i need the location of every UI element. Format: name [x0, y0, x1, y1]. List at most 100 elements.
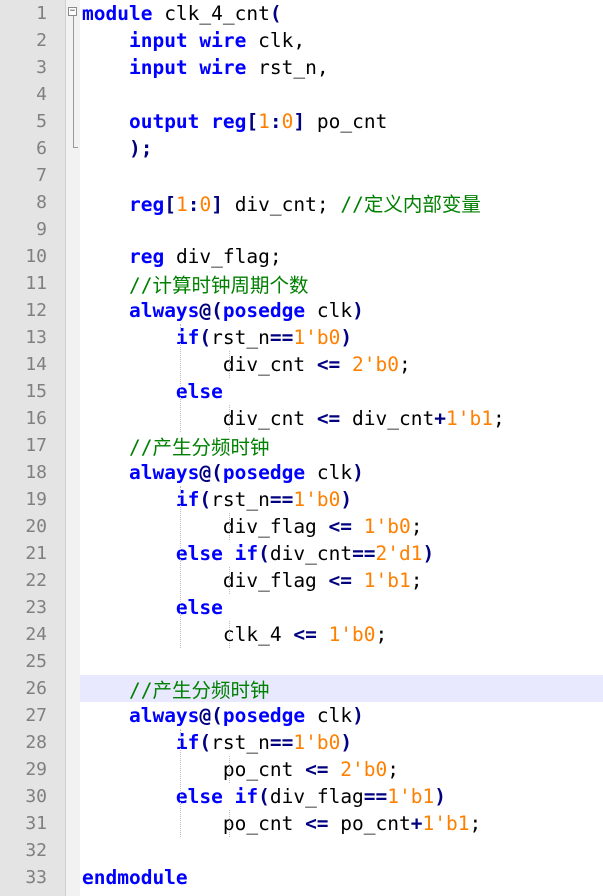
code-line-text: output reg[1:0] po_cnt [80, 110, 387, 133]
line-number-row: 25 [0, 648, 65, 675]
number-token: 1'b0 [363, 515, 411, 538]
line-number: 12 [25, 300, 47, 321]
operator-token: ( [258, 542, 270, 565]
code-line-text: else [80, 596, 223, 619]
line-number-row: 28 [0, 729, 65, 756]
identifier-token: div_flag [82, 569, 329, 592]
line-number: 32 [25, 840, 47, 861]
line-number-row: 23 [0, 594, 65, 621]
operator-token: ) [422, 542, 435, 565]
indent-guide [179, 324, 181, 432]
line-number-row: 16 [0, 405, 65, 432]
identifier-token [82, 326, 176, 349]
code-line[interactable]: always@(posedge clk) [80, 702, 603, 729]
identifier-token: ; [410, 515, 423, 538]
indent-guide [228, 405, 230, 432]
line-number: 7 [36, 165, 47, 186]
identifier-token [329, 758, 341, 781]
line-number-row: 21 [0, 540, 65, 567]
code-line[interactable]: reg div_flag; [80, 243, 603, 270]
identifier-token: clk_4 [82, 623, 294, 646]
code-line[interactable]: output reg[1:0] po_cnt [80, 108, 603, 135]
code-line[interactable] [80, 837, 603, 864]
code-line[interactable]: else if(div_cnt==2'd1) [80, 540, 603, 567]
line-number: 5 [36, 111, 47, 132]
line-number: 4 [36, 84, 47, 105]
collapse-fold-icon[interactable]: − [68, 7, 77, 16]
code-line[interactable]: ); [80, 135, 603, 162]
code-line[interactable]: po_cnt <= po_cnt+1'b1; [80, 810, 603, 837]
comment-token: //计算时钟周期个数 [128, 274, 309, 297]
code-line[interactable]: module clk_4_cnt( [80, 0, 603, 27]
code-line[interactable]: always@(posedge clk) [80, 459, 603, 486]
code-line[interactable]: //计算时钟周期个数 [80, 270, 603, 297]
operator-token: : [269, 110, 282, 133]
code-line[interactable] [80, 216, 603, 243]
keyword-token: always [128, 704, 200, 727]
number-token: 2'b0 [352, 353, 400, 376]
code-line-text: if(rst_n==1'b0) [80, 488, 352, 511]
line-number: 30 [25, 786, 47, 807]
code-line[interactable]: po_cnt <= 2'b0; [80, 756, 603, 783]
line-number: 9 [36, 219, 47, 240]
line-number-row: 32 [0, 837, 65, 864]
code-line-text: endmodule [80, 866, 188, 889]
number-token: 0 [199, 193, 212, 216]
code-line[interactable]: div_cnt <= div_cnt+1'b1; [80, 405, 603, 432]
operator-token: ) [352, 461, 364, 484]
identifier-token [82, 704, 129, 727]
code-line[interactable] [80, 648, 603, 675]
identifier-token [82, 679, 129, 702]
code-line[interactable]: div_flag <= 1'b0; [80, 513, 603, 540]
code-line[interactable] [80, 81, 603, 108]
identifier-token [82, 436, 129, 459]
line-number-row: 19 [0, 486, 65, 513]
identifier-token [82, 110, 129, 133]
code-line-text: always@(posedge clk) [80, 461, 364, 484]
current-code-line[interactable]: //产生分频时钟 [80, 675, 603, 702]
code-line[interactable]: else if(div_flag==1'b1) [80, 783, 603, 810]
identifier-token: clk [305, 461, 353, 484]
number-token: 1'b0 [328, 623, 376, 646]
indent-guide [228, 567, 230, 594]
code-line[interactable]: reg[1:0] div_cnt; //定义内部变量 [80, 189, 603, 216]
identifier-token [82, 274, 129, 297]
identifier-token: po_cnt [82, 758, 306, 781]
code-line[interactable]: div_flag <= 1'b1; [80, 567, 603, 594]
code-line[interactable]: //产生分频时钟 [80, 432, 603, 459]
code-line[interactable]: endmodule [80, 864, 603, 891]
indent-guide [228, 810, 230, 837]
code-line[interactable]: input wire rst_n, [80, 54, 603, 81]
operator-token: == [269, 731, 294, 754]
identifier-token [199, 110, 211, 133]
keyword-token: always [128, 461, 200, 484]
code-line[interactable]: if(rst_n==1'b0) [80, 729, 603, 756]
code-text-area[interactable]: module clk_4_cnt( input wire clk, input … [80, 0, 603, 896]
keyword-token: else [175, 380, 223, 403]
code-line[interactable]: else [80, 594, 603, 621]
number-token: 2'd1 [375, 542, 423, 565]
code-line[interactable]: clk_4 <= 1'b0; [80, 621, 603, 648]
code-line[interactable]: else [80, 378, 603, 405]
code-line[interactable]: if(rst_n==1'b0) [80, 324, 603, 351]
code-line[interactable]: always@(posedge clk) [80, 297, 603, 324]
identifier-token: po_cnt [328, 812, 411, 835]
line-number-row: 2 [0, 27, 65, 54]
operator-token: <= [316, 353, 341, 376]
code-line[interactable]: if(rst_n==1'b0) [80, 486, 603, 513]
line-number-row: 27 [0, 702, 65, 729]
code-line[interactable] [80, 162, 603, 189]
code-line-text: //计算时钟周期个数 [80, 269, 308, 298]
fold-margin[interactable]: − [66, 0, 80, 896]
keyword-token: if [234, 785, 259, 808]
code-line[interactable]: div_cnt <= 2'b0; [80, 351, 603, 378]
code-line-text: else if(div_flag==1'b1) [80, 785, 446, 808]
code-editor[interactable]: 1 2 3 4 5 6 7 8 9 10 11 12 13 14 15 16 17 18 19 20 21 22 23 24 2… [0, 0, 603, 896]
number-token: 1'b1 [363, 569, 411, 592]
operator-token: <= [305, 758, 329, 781]
operator-token: ) [352, 299, 364, 322]
identifier-token: rst_n, [246, 56, 329, 79]
keyword-token: reg [211, 110, 247, 133]
code-line[interactable]: input wire clk, [80, 27, 603, 54]
indent-guide [179, 729, 181, 837]
